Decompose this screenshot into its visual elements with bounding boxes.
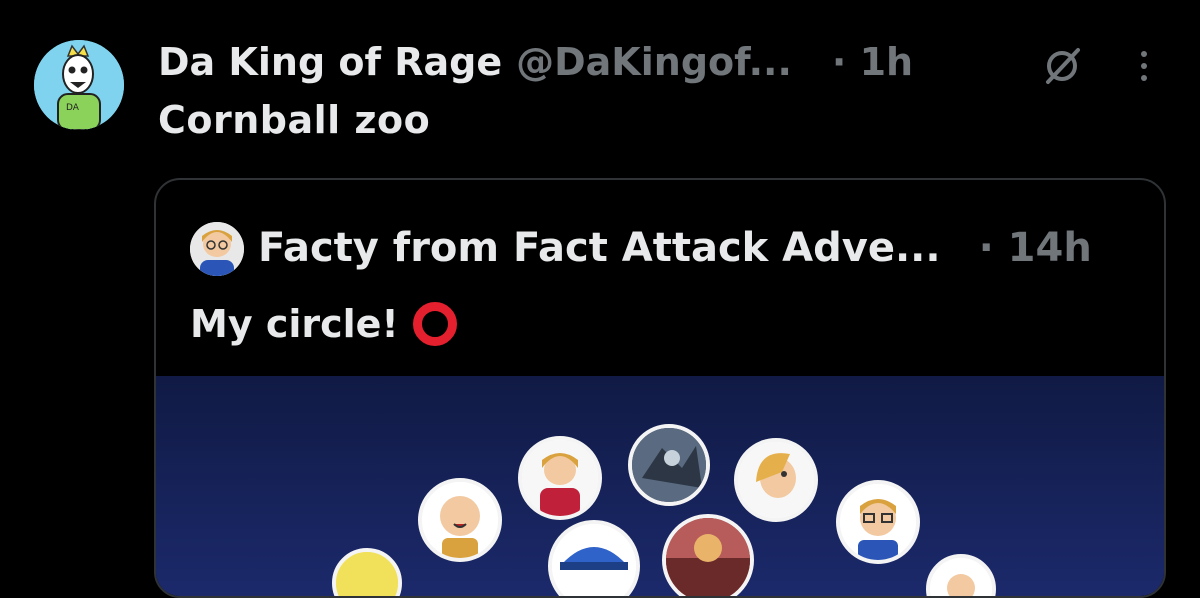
crowned-character-avatar-icon: DA <box>34 40 124 130</box>
circle-avatar-bubble <box>662 514 754 596</box>
circle-avatar-bubble <box>836 480 920 564</box>
cartoon-face-avatar-icon <box>190 222 244 276</box>
post-text: Cornball zoo <box>158 98 431 142</box>
charlie-brown-icon <box>422 482 498 558</box>
cartoon-kid-icon <box>522 440 598 516</box>
quoted-post-text-row: My circle! <box>190 302 457 346</box>
author-name[interactable]: Da King of Rage <box>158 40 502 84</box>
sketch-character-icon <box>930 558 992 596</box>
quoted-post-timestamp[interactable]: · 14h <box>979 225 1092 271</box>
grok-icon[interactable] <box>1040 44 1084 88</box>
circle-avatar-bubble <box>926 554 996 596</box>
post-header: Da King of Rage @DaKingof... · 1h <box>158 34 913 90</box>
yellow-character-icon <box>336 552 398 596</box>
art-collage-icon <box>666 518 750 596</box>
blonde-character-icon <box>738 442 814 518</box>
circle-avatar-bubble <box>332 548 402 596</box>
circle-avatar-bubble <box>418 478 502 562</box>
author-handle[interactable]: @DaKingof... <box>516 40 792 84</box>
quoted-author-name[interactable]: Facty from Fact Attack Adve... <box>258 225 941 271</box>
circle-avatar-bubble <box>548 520 640 596</box>
quoted-post-card[interactable]: Facty from Fact Attack Adve... · 14h My … <box>154 178 1166 598</box>
cap-character-icon <box>552 524 636 596</box>
quoted-author-avatar[interactable] <box>190 222 244 276</box>
quoted-post-text: My circle! <box>190 302 399 346</box>
quoted-post-header: Facty from Fact Attack Adve... · 14h <box>258 218 1092 278</box>
glasses-character-icon <box>840 484 916 560</box>
author-avatar[interactable]: DA <box>34 40 124 130</box>
robot-art-icon <box>632 428 706 502</box>
circle-avatar-bubble <box>628 424 710 506</box>
post-timestamp[interactable]: · 1h <box>832 40 913 84</box>
more-options-icon[interactable] <box>1136 46 1152 86</box>
circle-avatar-bubble <box>518 436 602 520</box>
quoted-post-image[interactable] <box>156 376 1164 596</box>
svg-text:DA: DA <box>66 103 80 113</box>
hollow-red-circle-icon <box>412 302 457 346</box>
circle-avatar-bubble <box>734 438 818 522</box>
